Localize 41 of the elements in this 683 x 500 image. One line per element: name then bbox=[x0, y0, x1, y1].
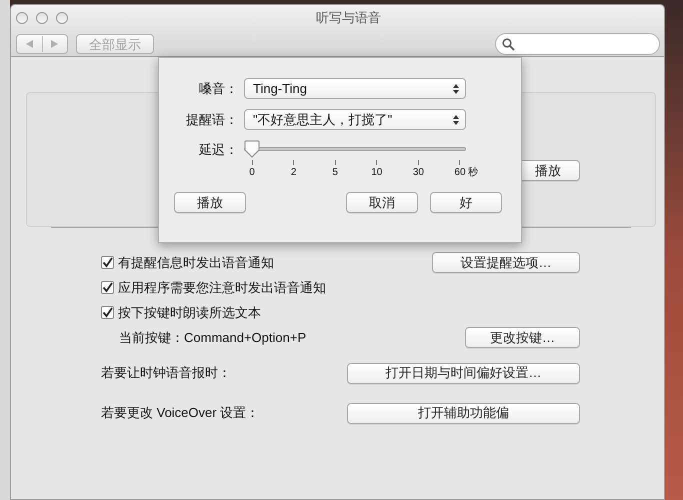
option-label: 应用程序需要您注意时发出语音通知 bbox=[118, 278, 326, 297]
popup-menu[interactable]: Ting-Ting bbox=[244, 78, 466, 99]
checkbox[interactable] bbox=[101, 306, 114, 319]
stepper-arrows-icon bbox=[453, 114, 459, 124]
dialog-button[interactable]: 取消 bbox=[346, 192, 418, 213]
back-arrow-icon[interactable] bbox=[26, 40, 33, 48]
checkbox[interactable] bbox=[101, 256, 114, 269]
play-button[interactable]: 播放 bbox=[174, 192, 246, 213]
open-preferences-button[interactable]: 打开日期与时间偏好设置… bbox=[347, 362, 580, 384]
tick-label: 2 bbox=[290, 166, 296, 180]
alert-options-button[interactable]: 设置提醒选项… bbox=[432, 252, 580, 273]
checkbox[interactable] bbox=[101, 281, 114, 294]
popup-menu[interactable]: "不好意思主人，打搅了" bbox=[244, 109, 466, 130]
delay-slider[interactable] bbox=[244, 140, 466, 158]
open-preferences-button[interactable]: 打开辅助功能偏 bbox=[347, 402, 580, 424]
minimize-window-button[interactable] bbox=[36, 12, 48, 24]
window-title: 听写与语音 bbox=[316, 9, 381, 28]
tick-label: 30 bbox=[412, 166, 424, 180]
delay-label: 延迟： bbox=[198, 141, 239, 159]
field-label: 嗓音： bbox=[198, 80, 239, 98]
forward-arrow-icon[interactable] bbox=[51, 40, 58, 48]
zoom-window-button[interactable] bbox=[56, 12, 68, 24]
dialog-button[interactable]: 好 bbox=[430, 192, 502, 213]
shortcut-label: 若要让时钟语音报时： bbox=[101, 364, 231, 382]
option-label: 有提醒信息时发出语音通知 bbox=[118, 254, 274, 272]
stepper-arrows-icon bbox=[453, 84, 459, 94]
tick-label: 5 bbox=[332, 166, 338, 180]
change-key-button[interactable]: 更改按键… bbox=[465, 327, 580, 348]
unit-label: 秒 bbox=[468, 166, 478, 180]
search-icon bbox=[502, 38, 515, 50]
tick-label: 10 bbox=[371, 166, 382, 180]
current-key-text: 当前按键：Command+Option+P bbox=[119, 328, 306, 347]
back-forward-buttons[interactable] bbox=[16, 34, 68, 54]
tick-label: 0 bbox=[249, 166, 255, 180]
tick-label: 60 bbox=[454, 166, 466, 180]
shortcut-label: 若要更改 VoiceOver 设置： bbox=[101, 404, 260, 422]
option-label: 按下按键时朗读所选文本 bbox=[118, 304, 261, 322]
close-window-button[interactable] bbox=[16, 12, 28, 24]
search-field[interactable] bbox=[495, 33, 660, 55]
field-label: 提醒语： bbox=[185, 110, 239, 129]
slider-thumb[interactable] bbox=[244, 140, 260, 158]
